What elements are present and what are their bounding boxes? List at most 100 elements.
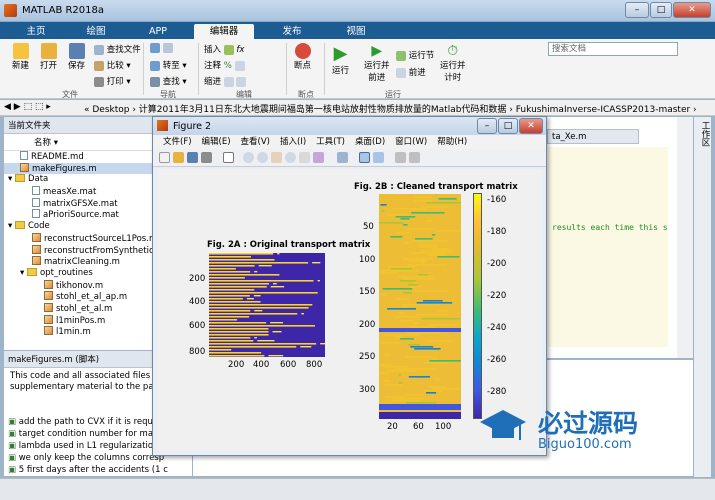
- editor-scrollbar[interactable]: [677, 117, 693, 358]
- hide-tools-icon[interactable]: [395, 152, 406, 163]
- expand-arrow-icon[interactable]: ▾: [8, 174, 15, 184]
- figure-menu-item[interactable]: 工具(T): [316, 137, 345, 147]
- cleaned-matrix-image[interactable]: [379, 194, 461, 419]
- open-file-icon[interactable]: [173, 152, 184, 163]
- matrix-band: [209, 349, 232, 351]
- original-matrix-image[interactable]: [209, 253, 325, 357]
- figure-close-button[interactable]: ✕: [519, 118, 543, 134]
- run-button[interactable]: ▶ 运行: [332, 43, 349, 76]
- matrix-band: [380, 270, 419, 272]
- data-cursor-icon[interactable]: [299, 152, 310, 163]
- matrix-band: [209, 328, 269, 330]
- file-icon: [32, 197, 40, 207]
- figure-menu-item[interactable]: 插入(I): [280, 137, 306, 147]
- nav-arrows[interactable]: ◀ ▶ ⬚ ⬚ ▸: [4, 102, 51, 112]
- workspace-side-tab[interactable]: 工作区: [694, 117, 711, 477]
- matrix-band: [209, 343, 317, 345]
- figure-menu-item[interactable]: 帮助(H): [437, 137, 467, 147]
- m-file-icon: [20, 162, 29, 172]
- run-section-button[interactable]: 运行节: [396, 49, 434, 61]
- ax2-xtick: 100: [435, 422, 452, 432]
- matrix-band: [270, 322, 284, 324]
- ribbon: 搜索文档 新建 打开 保存 查找文件 比较 ▾ 打印 ▾ 转至 ▾ 查找 ▾ 插…: [0, 39, 715, 99]
- link-plot-icon[interactable]: [337, 152, 348, 163]
- comment-button[interactable]: 注释 %: [204, 59, 245, 71]
- matrix-band: [209, 331, 269, 333]
- indent-button[interactable]: 缩进: [204, 75, 247, 87]
- edit-plot-icon[interactable]: [223, 152, 234, 163]
- matrix-band: [395, 298, 410, 300]
- figure-menu-item[interactable]: 窗口(W): [395, 137, 427, 147]
- figure-menu-item[interactable]: 编辑(E): [202, 137, 231, 147]
- compare-button[interactable]: 比较 ▾: [94, 59, 131, 71]
- colorbar-icon[interactable]: [359, 152, 370, 163]
- print-figure-icon[interactable]: [201, 152, 212, 163]
- matrix-band: [209, 346, 297, 348]
- breakpoints-button[interactable]: 断点: [294, 43, 311, 71]
- tab-apps[interactable]: APP: [132, 24, 184, 39]
- zoom-out-icon[interactable]: [257, 152, 268, 163]
- search-documentation-input[interactable]: 搜索文档: [548, 42, 678, 56]
- zoom-in-icon[interactable]: [243, 152, 254, 163]
- pan-icon[interactable]: [271, 152, 282, 163]
- figure-maximize-button[interactable]: □: [498, 118, 518, 134]
- tab-home[interactable]: 主页: [12, 24, 60, 39]
- section-label: add the path to CVX if it is requ: [18, 417, 153, 427]
- legend-icon[interactable]: [373, 152, 384, 163]
- insert-button[interactable]: 插入 fx: [204, 43, 244, 55]
- matrix-band: [395, 232, 410, 234]
- goto-button[interactable]: 转至 ▾: [150, 59, 187, 71]
- group-run-label: 运行: [385, 90, 401, 99]
- figure-menu-item[interactable]: 文件(F): [163, 137, 192, 147]
- tree-item-label: stohl_et_al.m: [56, 303, 113, 314]
- tab-editor[interactable]: 编辑器: [194, 24, 254, 39]
- figure-titlebar: Figure 2 – □ ✕: [153, 117, 546, 135]
- editor-tab[interactable]: ta_Xe.m: [547, 129, 639, 144]
- expand-arrow-icon[interactable]: ▾: [20, 268, 27, 278]
- figure-menu-item[interactable]: 查看(V): [241, 137, 270, 147]
- matrix-band: [414, 348, 441, 350]
- section-item[interactable]: ▣ 5 first days after the accidents (1 c: [8, 464, 192, 476]
- maximize-button[interactable]: □: [650, 2, 672, 18]
- advance-button[interactable]: 前进: [396, 66, 426, 78]
- breakpoint-icon: [294, 43, 311, 59]
- new-button[interactable]: 新建: [12, 43, 29, 71]
- brush-icon[interactable]: [313, 152, 324, 163]
- ax1-xtick: 600: [280, 360, 297, 370]
- minimize-button[interactable]: –: [625, 2, 649, 18]
- run-advance-button[interactable]: ▶ 运行并 前进: [364, 43, 390, 83]
- matrix-band: [404, 242, 410, 244]
- back-forward-buttons[interactable]: [150, 43, 173, 54]
- run-and-time-button[interactable]: ⏱ 运行并 计时: [440, 43, 466, 83]
- colorbar[interactable]: [473, 193, 482, 419]
- matrix-band: [209, 337, 251, 339]
- matrix-band: [209, 292, 318, 294]
- print-button[interactable]: 打印 ▾: [94, 75, 131, 87]
- open-button[interactable]: 打开: [40, 43, 57, 71]
- figure-toolbar: [153, 149, 546, 167]
- new-figure-icon[interactable]: [159, 152, 170, 163]
- code-area[interactable]: results each time this s: [548, 147, 668, 347]
- show-tools-icon[interactable]: [409, 152, 420, 163]
- matrix-band: [393, 336, 404, 338]
- tab-publish[interactable]: 发布: [264, 24, 320, 39]
- rotate-icon[interactable]: [285, 152, 296, 163]
- address-bar[interactable]: ◀ ▶ ⬚ ⬚ ▸ « Desktop › 计算2011年3月11日东北大地震期…: [0, 100, 715, 116]
- breadcrumb[interactable]: « Desktop › 计算2011年3月11日东北大地震期间福岛第一核电站放射…: [84, 102, 697, 115]
- find-files-button[interactable]: 查找文件: [94, 43, 141, 55]
- figure-menu-item[interactable]: 桌面(D): [355, 137, 385, 147]
- section-icon: ▣: [8, 453, 19, 463]
- tab-view[interactable]: 视图: [330, 24, 382, 39]
- section-icon: ▣: [8, 441, 19, 451]
- find-button[interactable]: 查找 ▾: [150, 75, 187, 87]
- matrix-band: [388, 266, 416, 268]
- code-comment-line: results each time this s: [552, 223, 668, 232]
- save-button[interactable]: 保存: [68, 43, 85, 71]
- tab-plots[interactable]: 绘图: [70, 24, 122, 39]
- expand-arrow-icon[interactable]: ▾: [8, 221, 15, 231]
- save-figure-icon[interactable]: [187, 152, 198, 163]
- figure-minimize-button[interactable]: –: [477, 118, 497, 134]
- group-navigate-label: 导航: [160, 90, 176, 99]
- close-button[interactable]: ✕: [673, 2, 711, 18]
- watermark: 必过源码 Biguo100.com: [480, 402, 680, 462]
